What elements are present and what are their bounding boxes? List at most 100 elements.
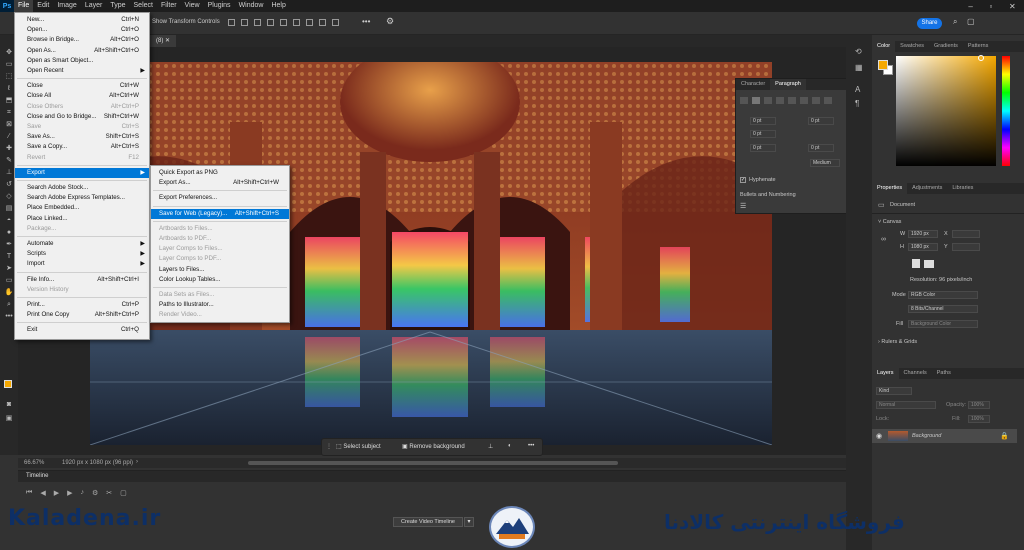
- stamp-tool-icon[interactable]: ⊥: [4, 169, 14, 177]
- canvas-section-label[interactable]: ˅ Canvas: [878, 219, 901, 225]
- tab-paths[interactable]: Paths: [932, 368, 956, 379]
- landscape-icon[interactable]: [924, 260, 934, 268]
- menu-item-quick-export-as-png[interactable]: Quick Export as PNG: [151, 168, 289, 178]
- blend-mode-dropdown[interactable]: Normal: [876, 401, 936, 409]
- history-brush-icon[interactable]: ↺: [4, 181, 14, 189]
- document-tab[interactable]: (8) ✕: [150, 35, 177, 47]
- tab-paragraph[interactable]: Paragraph: [770, 79, 806, 90]
- healing-tool-icon[interactable]: ✚: [4, 145, 14, 153]
- menu-item-search-adobe-express-templates[interactable]: Search Adobe Express Templates...: [15, 193, 149, 203]
- menu-item-search-adobe-stock[interactable]: Search Adobe Stock...: [15, 183, 149, 193]
- quick-mask-icon[interactable]: ◙: [4, 401, 14, 409]
- paragraph-icon[interactable]: ¶: [855, 99, 859, 108]
- minimize-icon[interactable]: –: [968, 2, 972, 11]
- search-icon[interactable]: ⌕: [953, 17, 957, 27]
- menu-item-save-as[interactable]: Save As... Shift+Ctrl+S: [15, 132, 149, 142]
- brush-tool-icon[interactable]: ✎: [4, 157, 14, 165]
- tab-adjustments[interactable]: Adjustments: [907, 183, 947, 194]
- menu-item-open-recent[interactable]: Open Recent ▶: [15, 66, 149, 76]
- menu-item-paths-to-illustrator[interactable]: Paths to Illustrator...: [151, 300, 289, 310]
- menu-edit[interactable]: Edit: [33, 0, 53, 12]
- menu-item-close[interactable]: Close Ctrl+W: [15, 81, 149, 91]
- path-select-tool-icon[interactable]: ➤: [4, 265, 14, 273]
- crop-tool-icon[interactable]: ⌗: [4, 109, 14, 117]
- menu-item-open-as[interactable]: Open As... Alt+Shift+Ctrl+O: [15, 46, 149, 56]
- move-tool-icon[interactable]: ✥: [4, 49, 14, 57]
- menu-item-open[interactable]: Open... Ctrl+O: [15, 25, 149, 35]
- eraser-tool-icon[interactable]: ◇: [4, 193, 14, 201]
- select-subject-button[interactable]: ⬚ Select subject: [336, 443, 381, 450]
- shape-tool-icon[interactable]: ▭: [4, 277, 14, 285]
- space-after-field[interactable]: 0 pt: [808, 144, 834, 152]
- more-icon[interactable]: •••: [528, 443, 534, 449]
- menu-plugins[interactable]: Plugins: [204, 0, 235, 12]
- tab-gradients[interactable]: Gradients: [929, 41, 963, 52]
- indent-left-field[interactable]: 0 pt: [750, 117, 776, 125]
- menu-layer[interactable]: Layer: [81, 0, 107, 12]
- hand-tool-icon[interactable]: ✋: [4, 289, 14, 297]
- menu-item-print-one-copy[interactable]: Print One Copy Alt+Shift+Ctrl+P: [15, 310, 149, 320]
- previous-frame-icon[interactable]: ◀: [40, 489, 45, 497]
- close-icon[interactable]: ✕: [165, 38, 170, 44]
- menu-item-browse-in-bridge[interactable]: Browse in Bridge... Alt+Ctrl+O: [15, 35, 149, 45]
- menu-item-export-as[interactable]: Export As... Alt+Shift+Ctrl+W: [151, 178, 289, 188]
- layer-row[interactable]: ◉ Background 🔒: [872, 429, 1017, 443]
- space-before-field[interactable]: 0 pt: [750, 144, 776, 152]
- history-icon[interactable]: ⟲: [855, 47, 862, 56]
- hue-slider[interactable]: [1002, 56, 1010, 166]
- zoom-level[interactable]: 66.67%: [24, 460, 44, 466]
- layer-kind-filter[interactable]: Kind: [876, 387, 912, 395]
- play-icon[interactable]: ▶: [54, 489, 59, 497]
- menu-view[interactable]: View: [181, 0, 204, 12]
- create-video-timeline-button[interactable]: Create Video Timeline: [393, 517, 463, 527]
- more-tools-icon[interactable]: •••: [4, 313, 14, 321]
- menu-item-file-info[interactable]: File Info... Alt+Shift+Ctrl+I: [15, 275, 149, 285]
- width-field[interactable]: 1920 px: [908, 230, 938, 238]
- frame-tool-icon[interactable]: ⊠: [4, 121, 14, 129]
- hyphenate-checkbox[interactable]: ✓: [740, 177, 746, 183]
- menu-item-color-lookup-tables[interactable]: Color Lookup Tables...: [151, 275, 289, 285]
- mode-dropdown[interactable]: RGB Color: [908, 291, 978, 299]
- tab-properties[interactable]: Properties: [872, 183, 908, 194]
- opacity-field[interactable]: 100%: [968, 401, 990, 409]
- height-field[interactable]: 1080 px: [908, 243, 938, 251]
- object-select-tool-icon[interactable]: ⬒: [4, 97, 14, 105]
- more-options-icon[interactable]: •••: [362, 17, 370, 26]
- link-icon[interactable]: ∞: [881, 236, 886, 243]
- menu-item-layers-to-files[interactable]: Layers to Files...: [151, 265, 289, 275]
- menu-help[interactable]: Help: [267, 0, 289, 12]
- color-picker-handle[interactable]: [978, 55, 984, 61]
- color-picker-field[interactable]: [896, 56, 996, 166]
- menu-item-save-a-copy[interactable]: Save a Copy... Alt+Ctrl+S: [15, 142, 149, 152]
- pen-tool-icon[interactable]: ✒: [4, 241, 14, 249]
- menu-type[interactable]: Type: [106, 0, 129, 12]
- menu-select[interactable]: Select: [130, 0, 157, 12]
- zoom-tool-icon[interactable]: ⌕: [4, 301, 14, 309]
- menu-item-print[interactable]: Print... Ctrl+P: [15, 300, 149, 310]
- menu-item-scripts[interactable]: Scripts ▶: [15, 249, 149, 259]
- eye-icon[interactable]: ◉: [876, 432, 882, 440]
- character-icon[interactable]: A: [855, 85, 860, 94]
- status-arrow-icon[interactable]: ›: [136, 459, 138, 465]
- drag-handle-icon[interactable]: ⋮: [326, 443, 332, 450]
- menu-item-exit[interactable]: Exit Ctrl+Q: [15, 325, 149, 335]
- menu-item-export-preferences[interactable]: Export Preferences...: [151, 193, 289, 203]
- close-icon[interactable]: ✕: [1009, 2, 1016, 11]
- foreground-color[interactable]: [878, 60, 888, 70]
- contrast-icon[interactable]: ◐: [508, 443, 512, 449]
- first-frame-icon[interactable]: ⏮: [26, 489, 32, 497]
- tab-patterns[interactable]: Patterns: [963, 41, 993, 52]
- remove-background-button[interactable]: ▣ Remove background: [402, 443, 465, 450]
- menu-file[interactable]: File: [14, 0, 34, 12]
- menu-window[interactable]: Window: [235, 0, 268, 12]
- gear-icon[interactable]: ⚙: [386, 16, 394, 27]
- x-field[interactable]: [952, 230, 980, 238]
- window-controls[interactable]: – ▫ ✕: [960, 0, 1024, 12]
- menu-item-close-all[interactable]: Close All Alt+Ctrl+W: [15, 91, 149, 101]
- type-tool-icon[interactable]: T: [4, 253, 14, 261]
- menu-item-place-embedded[interactable]: Place Embedded...: [15, 203, 149, 213]
- settings-icon[interactable]: ⚙: [92, 489, 98, 497]
- eyedropper-tool-icon[interactable]: ⁄: [4, 133, 14, 141]
- lasso-tool-icon[interactable]: ℓ: [4, 85, 14, 93]
- weight-dropdown[interactable]: Medium: [810, 159, 840, 167]
